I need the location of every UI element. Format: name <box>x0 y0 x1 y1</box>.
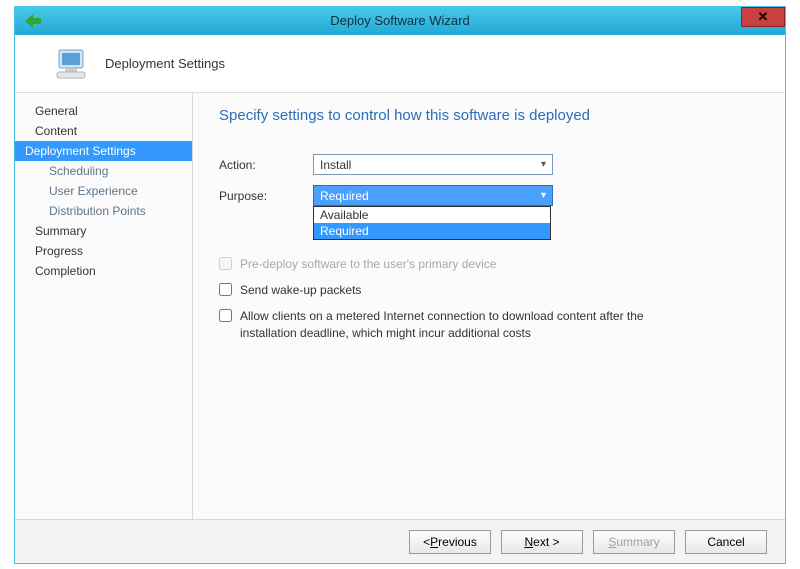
metered-checkbox[interactable] <box>219 309 232 322</box>
sidebar-item-user-experience[interactable]: User Experience <box>15 181 192 201</box>
window-title: Deploy Software Wizard <box>330 13 469 28</box>
sidebar-item-general[interactable]: General <box>15 101 192 121</box>
back-arrow-icon[interactable] <box>25 13 41 29</box>
wizard-sidebar: GeneralContentDeployment SettingsSchedul… <box>15 93 193 519</box>
action-row: Action: Install ▾ <box>219 154 755 175</box>
sidebar-item-distribution-points[interactable]: Distribution Points <box>15 201 192 221</box>
purpose-option-required[interactable]: Required <box>314 223 550 239</box>
predeploy-checkbox <box>219 257 232 270</box>
chevron-down-icon: ▾ <box>541 159 546 170</box>
sidebar-item-deployment-settings[interactable]: Deployment Settings <box>15 141 192 161</box>
purpose-dropdown[interactable]: AvailableRequired <box>313 206 551 240</box>
chevron-down-icon: ▾ <box>541 190 546 201</box>
sidebar-item-summary[interactable]: Summary <box>15 221 192 241</box>
metered-label: Allow clients on a metered Internet conn… <box>240 308 679 340</box>
predeploy-label: Pre-deploy software to the user's primar… <box>240 256 496 272</box>
wizard-footer: < Previous Next > Summary Cancel <box>15 519 785 563</box>
purpose-combobox[interactable]: Required ▾ <box>313 185 553 206</box>
previous-button[interactable]: < Previous <box>409 530 491 554</box>
content-heading: Specify settings to control how this sof… <box>219 107 755 124</box>
sidebar-item-scheduling[interactable]: Scheduling <box>15 161 192 181</box>
wizard-header: Deployment Settings <box>15 35 785 93</box>
metered-checkbox-row: Allow clients on a metered Internet conn… <box>219 308 679 340</box>
next-button[interactable]: Next > <box>501 530 583 554</box>
page-title: Deployment Settings <box>105 56 225 71</box>
wakeup-checkbox[interactable] <box>219 283 232 296</box>
purpose-label: Purpose: <box>219 189 313 203</box>
wizard-content: Specify settings to control how this sof… <box>193 93 785 519</box>
wizard-body: GeneralContentDeployment SettingsSchedul… <box>15 93 785 519</box>
wakeup-label: Send wake-up packets <box>240 282 361 298</box>
wizard-window: Deploy Software Wizard ✕ Deployment Sett… <box>14 6 786 564</box>
action-combobox[interactable]: Install ▾ <box>313 154 553 175</box>
action-value: Install <box>320 158 351 172</box>
sidebar-item-content[interactable]: Content <box>15 121 192 141</box>
sidebar-item-completion[interactable]: Completion <box>15 261 192 281</box>
purpose-value: Required <box>320 189 369 203</box>
sidebar-item-progress[interactable]: Progress <box>15 241 192 261</box>
summary-button: Summary <box>593 530 675 554</box>
computer-icon <box>53 44 93 84</box>
close-button[interactable]: ✕ <box>741 7 785 27</box>
purpose-row: Purpose: Required ▾ AvailableRequired <box>219 185 755 206</box>
action-label: Action: <box>219 158 313 172</box>
wakeup-checkbox-row: Send wake-up packets <box>219 282 679 298</box>
cancel-button[interactable]: Cancel <box>685 530 767 554</box>
titlebar[interactable]: Deploy Software Wizard ✕ <box>15 7 785 35</box>
predeploy-checkbox-row: Pre-deploy software to the user's primar… <box>219 256 679 272</box>
purpose-option-available[interactable]: Available <box>314 207 550 223</box>
